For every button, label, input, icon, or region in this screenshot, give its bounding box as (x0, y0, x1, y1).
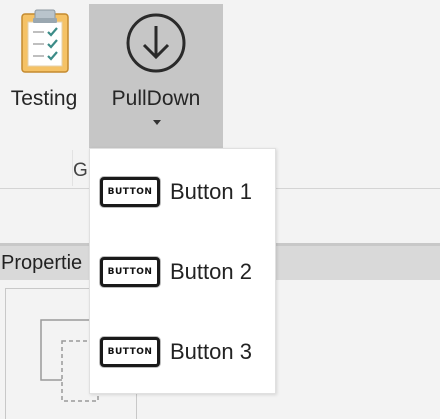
button-icon: BUTTON (100, 337, 160, 367)
circle-down-arrow-icon (125, 12, 187, 79)
button-icon: BUTTON (100, 177, 160, 207)
dropdown-caret-icon (153, 120, 161, 125)
ribbon-group-label: G (73, 160, 88, 181)
menu-item-label: Button 3 (170, 339, 252, 364)
button-icon-text: BUTTON (107, 267, 153, 277)
button-icon-text: BUTTON (107, 347, 153, 357)
menu-item-button-3[interactable]: BUTTON Button 3 (90, 313, 275, 393)
menu-item-button-1[interactable]: BUTTON Button 1 (90, 153, 275, 233)
menu-item-button-2[interactable]: BUTTON Button 2 (90, 233, 275, 313)
testing-button[interactable]: Testing (0, 0, 88, 148)
clipboard-checklist-icon (20, 8, 72, 81)
properties-panel-title: Propertie (1, 252, 83, 274)
button-icon: BUTTON (100, 257, 160, 287)
button-icon-text: BUTTON (107, 187, 153, 197)
pulldown-menu: BUTTON Button 1 BUTTON Button 2 BUTTON B… (89, 148, 276, 394)
testing-button-label: Testing (10, 87, 78, 110)
pulldown-button[interactable]: PullDown (89, 4, 223, 148)
menu-item-label: Button 2 (170, 259, 252, 284)
pulldown-button-label: PullDown (111, 87, 201, 110)
menu-item-label: Button 1 (170, 179, 252, 204)
